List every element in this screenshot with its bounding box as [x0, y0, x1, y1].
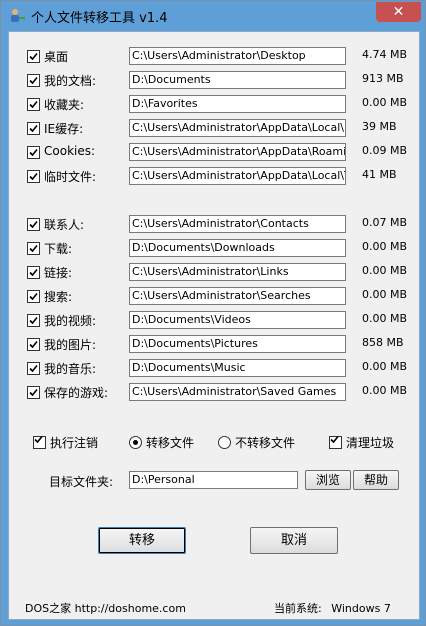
- folder-row: 联系人: C:\Users\Administrator\Contacts 0.07 …: [9, 215, 419, 235]
- system-label: 当前系统:: [274, 602, 322, 615]
- folder-label: 保存的游戏:: [44, 386, 109, 400]
- folder-checkbox[interactable]: [27, 290, 40, 303]
- folder-label: 我的视频:: [44, 314, 97, 328]
- cleanup-option[interactable]: 清理垃圾: [329, 434, 394, 450]
- folder-size: 0.00 MB: [362, 288, 408, 301]
- folder-path-input[interactable]: C:\Users\Administrator\Contacts: [129, 215, 346, 233]
- folder-row: 链接: C:\Users\Administrator\Links 0.00 MB: [9, 263, 419, 283]
- folder-label: 收藏夹:: [44, 98, 85, 112]
- no-transfer-label: 不转移文件: [235, 436, 296, 450]
- folder-checkbox[interactable]: [27, 266, 40, 279]
- folder-path-input[interactable]: C:\Users\Administrator\Desktop: [129, 47, 346, 65]
- folder-checkbox[interactable]: [27, 122, 40, 135]
- current-system: 当前系统: Windows 7: [274, 600, 391, 616]
- folder-size: 41 MB: [362, 168, 397, 181]
- folder-path-input[interactable]: C:\Users\Administrator\AppData\Local\Mic…: [129, 119, 346, 137]
- site-link[interactable]: DOS之家 http://doshome.com: [25, 600, 186, 616]
- folder-size: 0.07 MB: [362, 216, 408, 229]
- main-panel: 桌面 C:\Users\Administrator\Desktop 4.74 MB 我…: [8, 31, 420, 620]
- folder-path-input[interactable]: C:\Users\Administrator\AppData\Roaming\M…: [129, 143, 346, 161]
- logoff-checkbox[interactable]: [33, 435, 46, 449]
- folder-size: 0.00 MB: [362, 360, 408, 373]
- cleanup-checkbox[interactable]: [329, 435, 342, 449]
- title-bar[interactable]: 个人文件转移工具 v1.4 ✕: [1, 1, 425, 31]
- transfer-button[interactable]: 转移: [98, 527, 186, 554]
- folder-path-input[interactable]: D:\Documents\Pictures: [129, 335, 346, 353]
- target-folder-input[interactable]: D:\Personal: [129, 471, 298, 489]
- folder-row: Cookies: C:\Users\Administrator\AppData\R…: [9, 143, 419, 163]
- folder-size: 0.00 MB: [362, 264, 408, 277]
- target-folder-label: 目标文件夹:: [49, 475, 114, 489]
- folder-label: 临时文件:: [44, 170, 97, 184]
- user-transfer-icon: [9, 8, 25, 24]
- folder-row: 我的视频: D:\Documents\Videos 0.00 MB: [9, 311, 419, 331]
- folder-row: 桌面 C:\Users\Administrator\Desktop 4.74 MB: [9, 47, 419, 67]
- folder-checkbox[interactable]: [27, 170, 40, 183]
- folder-checkbox[interactable]: [27, 362, 40, 375]
- folder-row: 我的文档: D:\Documents 913 MB: [9, 71, 419, 91]
- transfer-option[interactable]: 转移文件: [129, 434, 194, 450]
- folder-path-input[interactable]: D:\Documents\Downloads: [129, 239, 346, 257]
- window-title: 个人文件转移工具 v1.4: [31, 11, 168, 26]
- folder-checkbox[interactable]: [27, 386, 40, 399]
- folder-size: 0.09 MB: [362, 144, 408, 157]
- folder-size: 913 MB: [362, 72, 404, 85]
- folder-checkbox[interactable]: [27, 146, 40, 159]
- transfer-label: 转移文件: [146, 436, 195, 450]
- folder-row: 搜索: C:\Users\Administrator\Searches 0.00 M…: [9, 287, 419, 307]
- app-window: 个人文件转移工具 v1.4 ✕ 桌面 C:\Users\Administrator…: [0, 0, 426, 626]
- folder-row: IE缓存: C:\Users\Administrator\AppData\Loca…: [9, 119, 419, 139]
- folder-row: 我的图片: D:\Documents\Pictures 858 MB: [9, 335, 419, 355]
- cancel-button[interactable]: 取消: [250, 527, 338, 554]
- folder-checkbox[interactable]: [27, 338, 40, 351]
- folder-size: 0.00 MB: [362, 96, 408, 109]
- folder-row: 保存的游戏: C:\Users\Administrator\Saved Games…: [9, 383, 419, 403]
- folder-label: 我的音乐:: [44, 362, 97, 376]
- folder-label: 搜索:: [44, 290, 73, 304]
- folder-label: Cookies:: [44, 144, 96, 158]
- folder-path-input[interactable]: C:\Users\Administrator\Searches: [129, 287, 346, 305]
- logoff-label: 执行注销: [50, 436, 99, 450]
- folder-label: 联系人:: [44, 218, 85, 232]
- cleanup-label: 清理垃圾: [346, 436, 395, 450]
- folder-label: 下载:: [44, 242, 73, 256]
- folder-path-input[interactable]: D:\Documents: [129, 71, 346, 89]
- folder-path-input[interactable]: D:\Documents\Videos: [129, 311, 346, 329]
- folder-row: 下载: D:\Documents\Downloads 0.00 MB: [9, 239, 419, 259]
- folder-checkbox[interactable]: [27, 218, 40, 231]
- folder-size: 858 MB: [362, 336, 404, 349]
- folder-label: IE缓存:: [44, 122, 84, 136]
- folder-path-input[interactable]: C:\Users\Administrator\Links: [129, 263, 346, 281]
- folder-row: 收藏夹: D:\Favorites 0.00 MB: [9, 95, 419, 115]
- folder-label: 我的图片:: [44, 338, 97, 352]
- folder-row: 临时文件: C:\Users\Administrator\AppData\Loca…: [9, 167, 419, 187]
- folder-size: 0.00 MB: [362, 384, 408, 397]
- folder-path-input[interactable]: C:\Users\Administrator\Saved Games: [129, 383, 346, 401]
- folder-checkbox[interactable]: [27, 98, 40, 111]
- folder-checkbox[interactable]: [27, 50, 40, 63]
- transfer-radio[interactable]: [129, 436, 142, 449]
- folder-size: 0.00 MB: [362, 312, 408, 325]
- folder-label: 桌面: [44, 50, 69, 64]
- logoff-option[interactable]: 执行注销: [33, 434, 98, 450]
- folder-row: 我的音乐: D:\Documents\Music 0.00 MB: [9, 359, 419, 379]
- folder-size: 0.00 MB: [362, 240, 408, 253]
- folder-label: 链接:: [44, 266, 73, 280]
- folder-path-input[interactable]: D:\Favorites: [129, 95, 346, 113]
- folder-path-input[interactable]: C:\Users\Administrator\AppData\Local\Tem…: [129, 167, 346, 185]
- no-transfer-radio[interactable]: [218, 436, 231, 449]
- close-icon: ✕: [392, 4, 405, 20]
- close-button[interactable]: ✕: [376, 2, 421, 22]
- folder-path-input[interactable]: D:\Documents\Music: [129, 359, 346, 377]
- folder-size: 39 MB: [362, 120, 397, 133]
- system-value: Windows 7: [331, 602, 391, 615]
- folder-checkbox[interactable]: [27, 242, 40, 255]
- browse-button[interactable]: 浏览: [305, 470, 351, 490]
- folder-label: 我的文档:: [44, 74, 97, 88]
- folder-checkbox[interactable]: [27, 314, 40, 327]
- no-transfer-option[interactable]: 不转移文件: [218, 434, 295, 450]
- folder-size: 4.74 MB: [362, 48, 408, 61]
- folder-checkbox[interactable]: [27, 74, 40, 87]
- help-button[interactable]: 帮助: [353, 470, 399, 490]
